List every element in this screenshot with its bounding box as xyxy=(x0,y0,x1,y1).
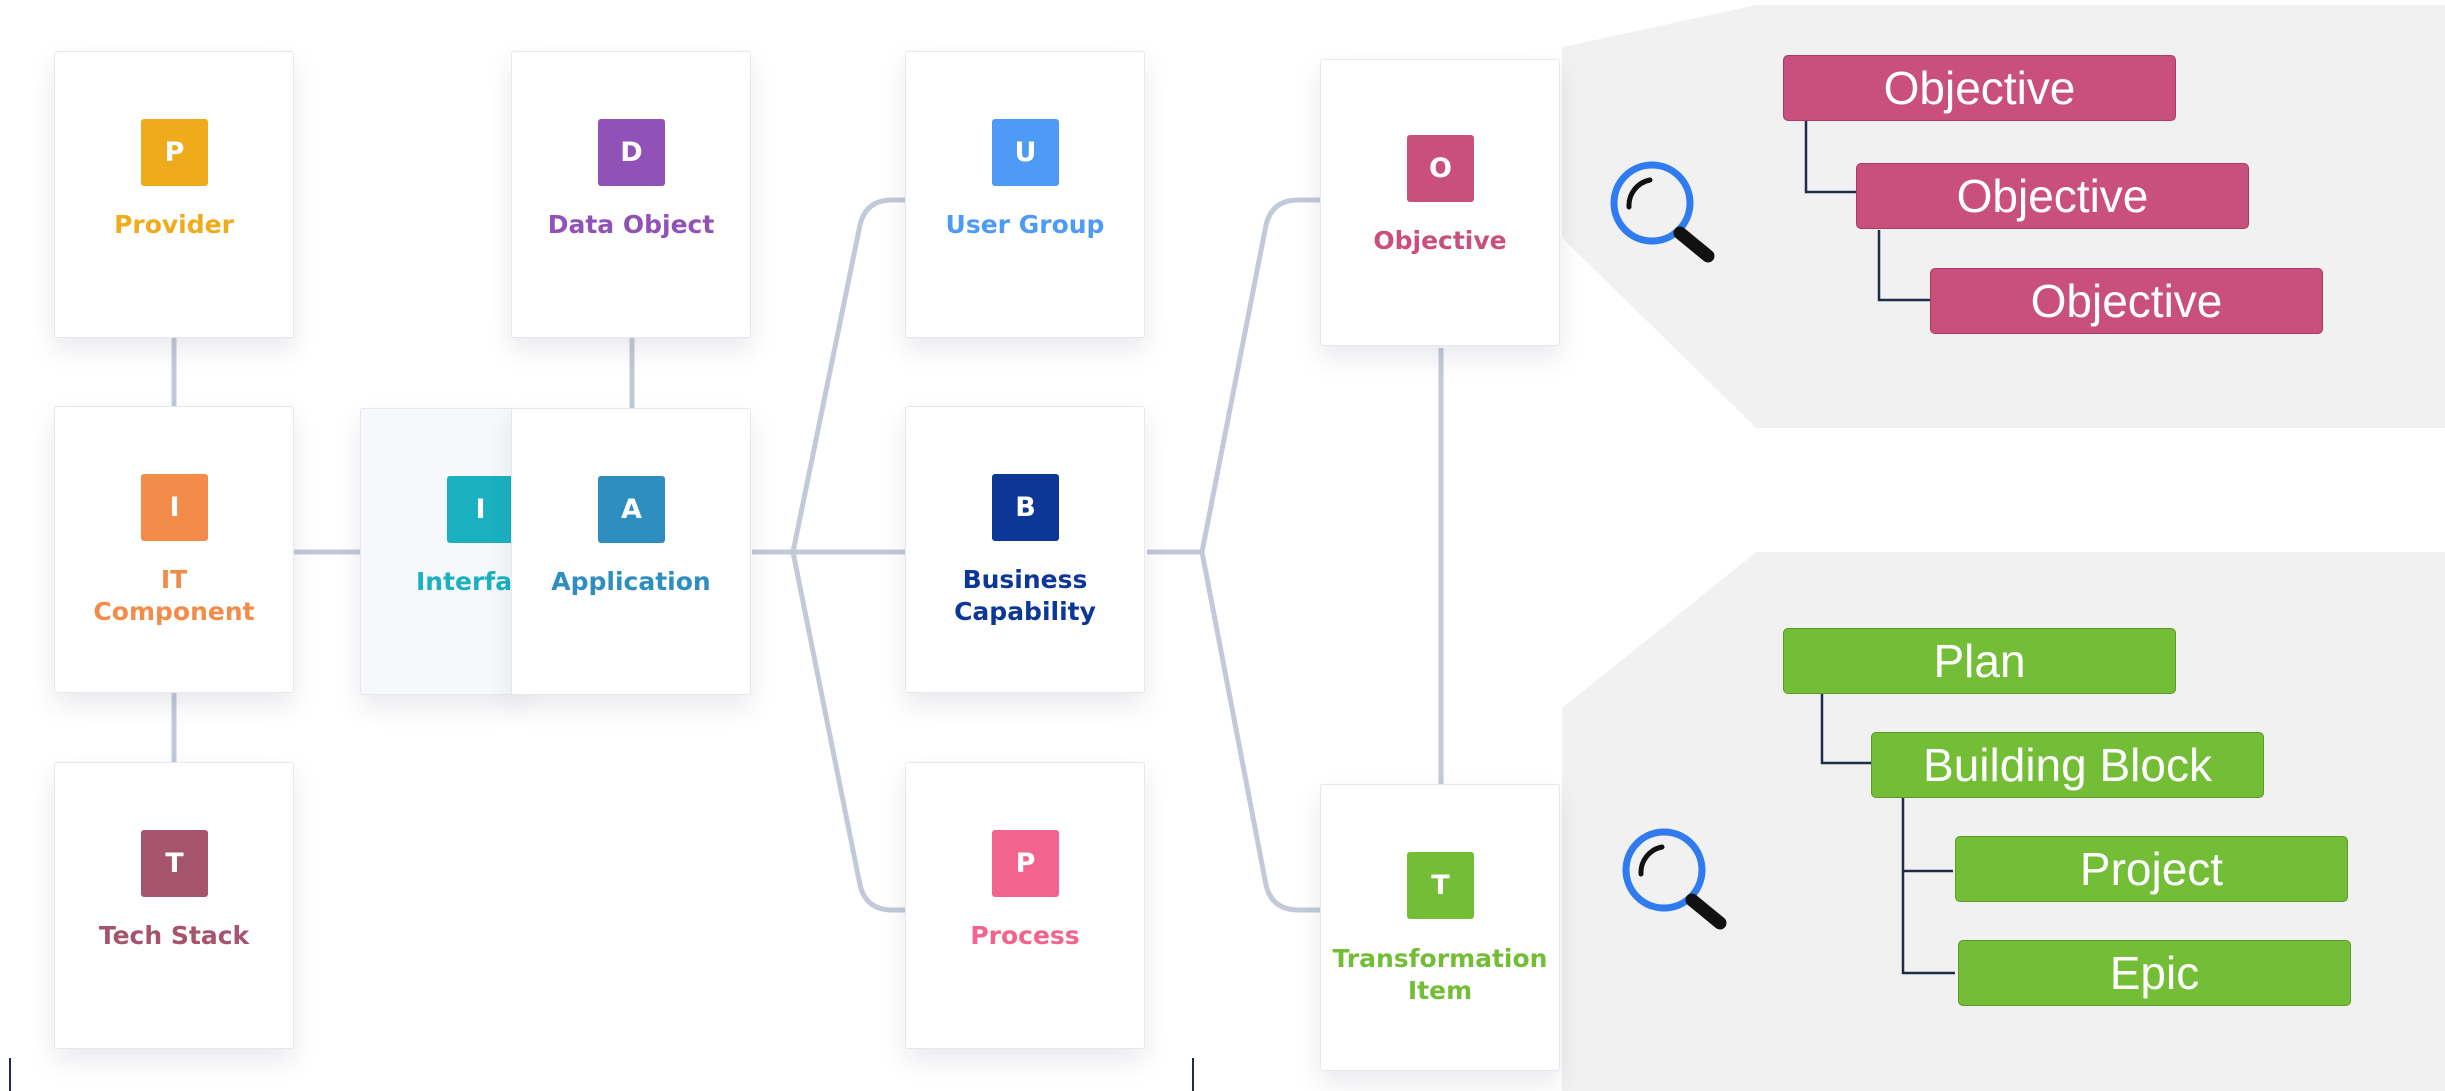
application-card[interactable]: A Application xyxy=(511,408,751,695)
tech-stack-card[interactable]: T Tech Stack xyxy=(54,762,294,1049)
objective-tree-line-2 xyxy=(1877,230,1930,302)
bottom-bracket xyxy=(9,1058,1194,1091)
user-group-card[interactable]: U User Group xyxy=(905,51,1145,338)
business-capability-card[interactable]: B Business Capability xyxy=(905,406,1145,693)
objective-level-2: Objective xyxy=(1856,163,2249,229)
process-badge: P xyxy=(992,830,1059,897)
transformation-item-label: Transformation Item xyxy=(1332,944,1548,1005)
interface-badge: I xyxy=(447,476,514,543)
application-badge: A xyxy=(598,476,665,543)
hub-transformation-item-connector xyxy=(1199,551,1320,913)
plan-box: Plan xyxy=(1783,628,2176,694)
building-block-box: Building Block xyxy=(1871,732,2264,798)
interface-label: Interface xyxy=(416,567,519,596)
magnifier-icon xyxy=(1610,161,1715,263)
tech-stack-badge: T xyxy=(141,830,208,897)
objective-level-1: Objective xyxy=(1783,55,2176,121)
business-capability-label: Business Capability xyxy=(954,565,1096,626)
process-label: Process xyxy=(970,921,1080,950)
project-box: Project xyxy=(1955,836,2348,902)
interface-card[interactable]: I Interface xyxy=(360,408,520,695)
magnifier-icon xyxy=(1622,828,1727,930)
process-card[interactable]: P Process xyxy=(905,762,1145,1049)
objective-tree-line-1 xyxy=(1804,121,1856,194)
provider-card[interactable]: P Provider xyxy=(54,51,294,338)
it-component-badge: I xyxy=(141,474,208,541)
transformation-item-badge: T xyxy=(1407,852,1474,919)
it-component-label: IT Component xyxy=(93,565,255,626)
objective-card[interactable]: O Objective xyxy=(1320,59,1560,346)
data-object-badge: D xyxy=(598,119,665,186)
objective-label: Objective xyxy=(1373,226,1507,255)
hub-objective-connector xyxy=(1199,197,1320,553)
data-object-card[interactable]: D Data Object xyxy=(511,51,751,338)
provider-label: Provider xyxy=(114,210,234,239)
objective-badge: O xyxy=(1407,135,1474,202)
user-group-label: User Group xyxy=(945,210,1105,239)
user-group-badge: U xyxy=(992,119,1059,186)
objective-level-3: Objective xyxy=(1930,268,2323,334)
epic-box: Epic xyxy=(1958,940,2351,1006)
plan-tree-line xyxy=(1820,693,1871,765)
tech-stack-label: Tech Stack xyxy=(98,921,250,950)
building-block-tree-line xyxy=(1901,798,1955,975)
hub-process-connector xyxy=(790,551,905,913)
hub-user-group-connector xyxy=(790,197,905,553)
transformation-item-card[interactable]: T Transformation Item xyxy=(1320,784,1560,1071)
it-component-card[interactable]: I IT Component xyxy=(54,406,294,693)
application-label: Application xyxy=(551,567,711,596)
business-capability-badge: B xyxy=(992,474,1059,541)
data-object-label: Data Object xyxy=(547,210,715,239)
provider-badge: P xyxy=(141,119,208,186)
